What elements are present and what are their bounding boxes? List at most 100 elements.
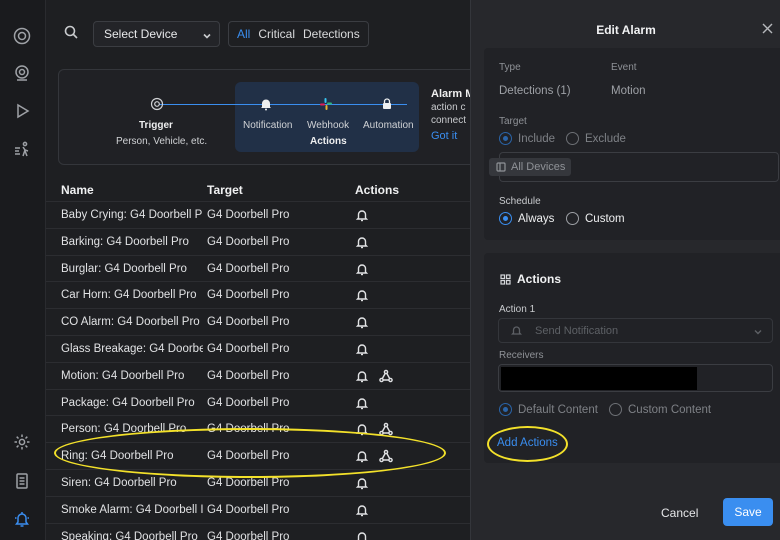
action-1-select[interactable]: Send Notification: [498, 318, 773, 343]
always-label: Always: [518, 212, 555, 225]
settings-gear-icon[interactable]: [11, 431, 33, 453]
radio-dot: [609, 403, 622, 416]
schedule-label: Schedule: [499, 196, 541, 207]
alarm-target: G4 Doorbell Pro: [207, 316, 290, 329]
radio-custom[interactable]: Custom: [566, 212, 625, 225]
table-row[interactable]: Speaking: G4 Doorbell Pro G4 Doorbell Pro: [46, 522, 470, 540]
target-label: Target: [499, 116, 527, 127]
radio-include[interactable]: Include: [499, 132, 555, 145]
bell-icon: [510, 325, 523, 337]
table-row[interactable]: CO Alarm: G4 Doorbell Pro G4 Doorbell Pro: [46, 308, 470, 335]
table-row[interactable]: Smoke Alarm: G4 Doorbell I G4 Doorbell Pr…: [46, 495, 470, 523]
alarm-name: Barking: G4 Doorbell Pro: [61, 235, 189, 248]
column-name[interactable]: Name: [61, 183, 94, 197]
radio-default-content[interactable]: Default Content: [499, 403, 598, 416]
bell-icon: [355, 235, 369, 252]
bell-icon: [355, 315, 369, 332]
logs-icon[interactable]: [11, 470, 33, 492]
flow-line: [159, 104, 407, 105]
alarm-actions: [355, 530, 369, 540]
custom-label: Custom: [585, 212, 625, 225]
column-actions[interactable]: Actions: [355, 183, 399, 197]
left-rail: [0, 0, 46, 540]
add-actions-annotation: [487, 426, 568, 462]
alarm-name: Burglar: G4 Doorbell Pro: [61, 262, 187, 275]
close-icon[interactable]: [762, 23, 774, 35]
search-icon[interactable]: [64, 25, 80, 41]
trigger-card: Type Event Detections (1) Motion Target …: [484, 48, 780, 240]
filter-critical[interactable]: Critical: [254, 27, 299, 41]
bell-icon: [355, 262, 369, 279]
table-row[interactable]: Package: G4 Doorbell Pro G4 Doorbell Pro: [46, 388, 470, 416]
radio-exclude[interactable]: Exclude: [566, 132, 626, 145]
all-devices-label: All Devices: [511, 161, 566, 173]
chevron-down-icon: [203, 29, 211, 39]
bell-icon: [355, 208, 369, 225]
alarm-manager-banner: Trigger Person, Vehicle, etc. Notificati…: [58, 69, 478, 165]
trigger-node-icon: [149, 96, 165, 112]
filter-detections[interactable]: Detections: [299, 27, 364, 41]
custom-content-label: Custom Content: [628, 403, 712, 416]
radio-dot: [566, 212, 579, 225]
exclude-label: Exclude: [585, 132, 626, 145]
alarm-target: G4 Doorbell Pro: [207, 476, 290, 489]
receivers-input[interactable]: [498, 364, 773, 392]
column-target[interactable]: Target: [207, 183, 243, 197]
radio-custom-content[interactable]: Custom Content: [609, 403, 711, 416]
bell-icon: [355, 503, 369, 520]
alarm-name: Motion: G4 Doorbell Pro: [61, 369, 185, 382]
type-label: Type: [499, 62, 521, 73]
filter-segment: All Critical Detections: [228, 21, 369, 47]
alarm-target: G4 Doorbell Pro: [207, 530, 290, 540]
alarm-manager-icon[interactable]: [11, 508, 33, 530]
table-row[interactable]: Barking: G4 Doorbell Pro G4 Doorbell Pro: [46, 227, 470, 255]
protect-logo-icon[interactable]: [11, 25, 33, 47]
automation-label: Automation: [363, 120, 414, 131]
ring-row-annotation: [54, 428, 446, 478]
radio-dot: [566, 132, 579, 145]
alarm-actions: [355, 288, 369, 305]
event-label: Event: [611, 62, 637, 73]
detections-icon[interactable]: [11, 138, 33, 160]
alarm-name: Package: G4 Doorbell Pro: [61, 396, 195, 409]
radio-always[interactable]: Always: [499, 212, 554, 225]
table-row[interactable]: Baby Crying: G4 Doorbell P G4 Doorbell Pr…: [46, 201, 470, 228]
bell-icon: [355, 476, 369, 493]
camera-icon[interactable]: [11, 62, 33, 84]
action-1-value: Send Notification: [535, 325, 619, 337]
all-devices-chip[interactable]: All Devices: [489, 158, 571, 176]
alarm-target: G4 Doorbell Pro: [207, 396, 290, 409]
device-select[interactable]: Select Device: [93, 21, 220, 47]
actions-grid-icon: [500, 273, 511, 285]
alarm-target: G4 Doorbell Pro: [207, 503, 290, 516]
alarm-target: G4 Doorbell Pro: [207, 209, 290, 221]
table-row[interactable]: Burglar: G4 Doorbell Pro G4 Doorbell Pro: [46, 254, 470, 282]
cancel-button[interactable]: Cancel: [661, 506, 698, 520]
alarm-actions: [355, 476, 369, 493]
notification-bell-icon: [258, 96, 274, 112]
table-row[interactable]: Car Horn: G4 Doorbell Pro G4 Doorbell Pro: [46, 281, 470, 308]
alarm-actions: [355, 503, 369, 520]
alarm-actions: [355, 369, 393, 386]
bell-icon: [355, 342, 369, 359]
bell-icon: [355, 396, 369, 413]
include-label: Include: [518, 132, 556, 145]
alarm-name: Baby Crying: G4 Doorbell P: [61, 209, 203, 221]
table-row[interactable]: Motion: G4 Doorbell Pro G4 Doorbell Pro: [46, 361, 470, 389]
play-icon[interactable]: [11, 100, 33, 122]
alarm-actions: [355, 315, 369, 332]
alarm-name: Smoke Alarm: G4 Doorbell I: [61, 503, 203, 516]
alarm-target: G4 Doorbell Pro: [207, 369, 290, 382]
filter-all[interactable]: All: [233, 27, 254, 41]
alarm-table-body: Baby Crying: G4 Doorbell P G4 Doorbell Pr…: [46, 201, 470, 540]
receivers-label: Receivers: [499, 350, 544, 361]
radio-dot: [499, 132, 512, 145]
save-button[interactable]: Save: [723, 498, 773, 526]
webhook-icon: [379, 369, 393, 386]
bell-icon: [355, 369, 369, 386]
trigger-title: Trigger: [139, 120, 173, 131]
alarm-name: Siren: G4 Doorbell Pro: [61, 476, 177, 489]
webhook-slack-icon: [318, 96, 334, 112]
devices-icon: [496, 162, 506, 172]
table-row[interactable]: Glass Breakage: G4 Doorbe G4 Doorbell Pro: [46, 334, 470, 362]
